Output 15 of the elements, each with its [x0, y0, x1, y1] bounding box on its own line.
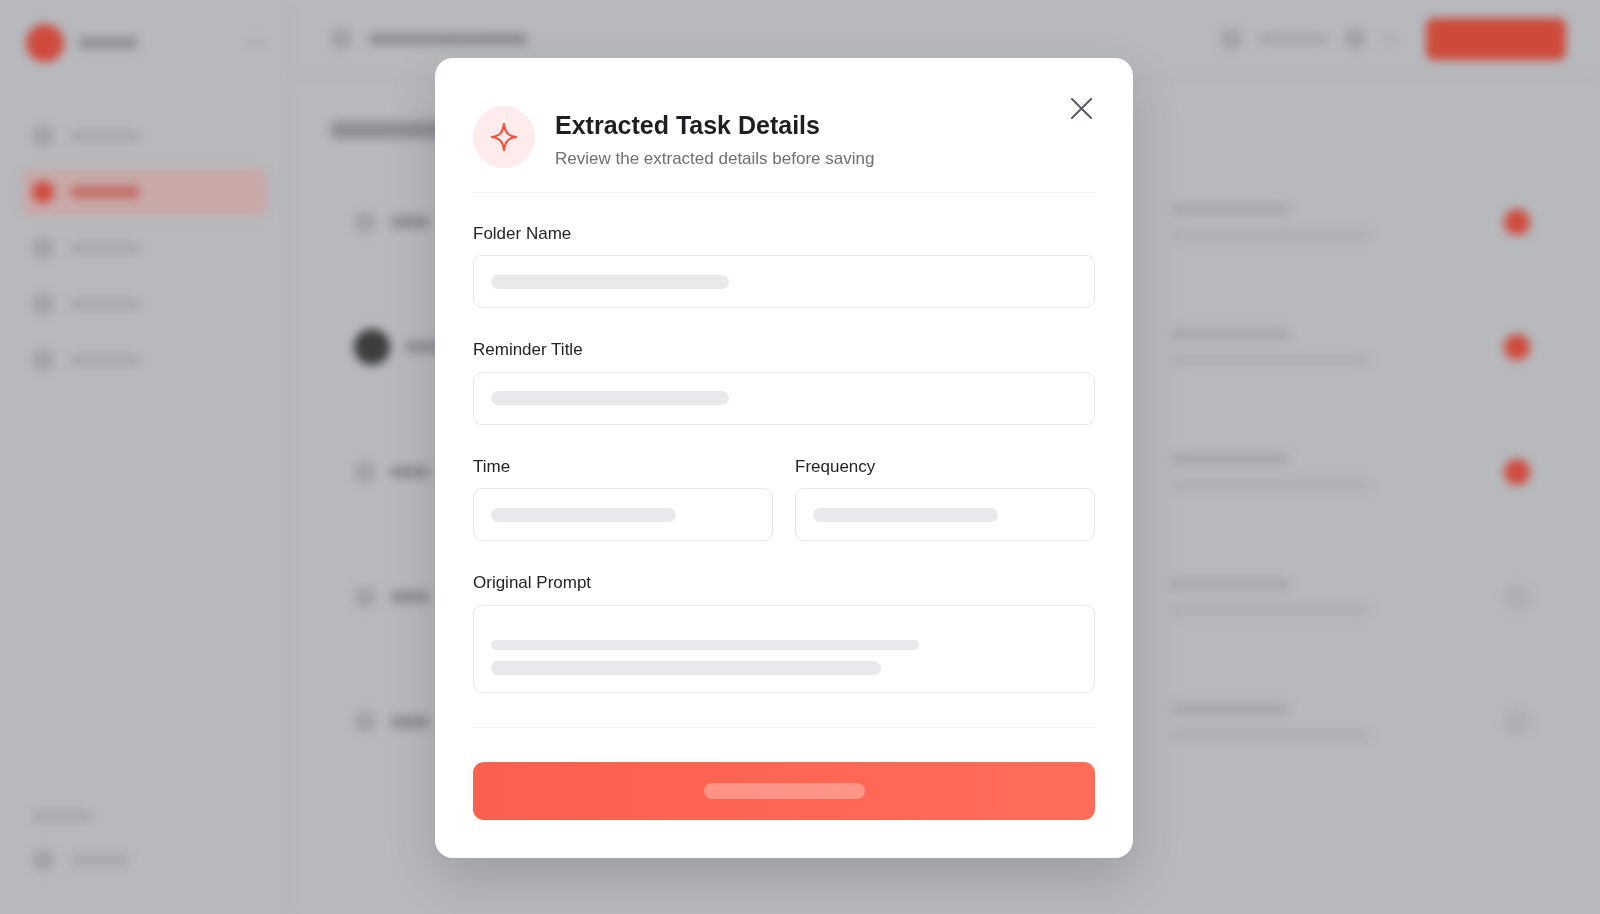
field-label: Folder Name — [473, 224, 573, 245]
submit-button[interactable] — [473, 761, 1095, 820]
input-field[interactable] — [795, 488, 1095, 542]
field-label: Reminder Title — [473, 340, 584, 361]
sparkle-icon — [473, 106, 535, 168]
text-area[interactable] — [473, 604, 1095, 693]
input-field[interactable] — [473, 488, 773, 542]
field-label: Frequency — [795, 456, 877, 478]
field-label: Original Prompt — [473, 573, 593, 594]
close-icon — [1071, 98, 1092, 119]
dialog-title: Extracted Task Details — [555, 110, 821, 140]
field-label: Time — [473, 456, 512, 478]
dialog-subtitle: Review the extracted details before saving — [555, 148, 875, 170]
input-field[interactable] — [473, 255, 1095, 309]
input-field[interactable] — [473, 371, 1095, 425]
